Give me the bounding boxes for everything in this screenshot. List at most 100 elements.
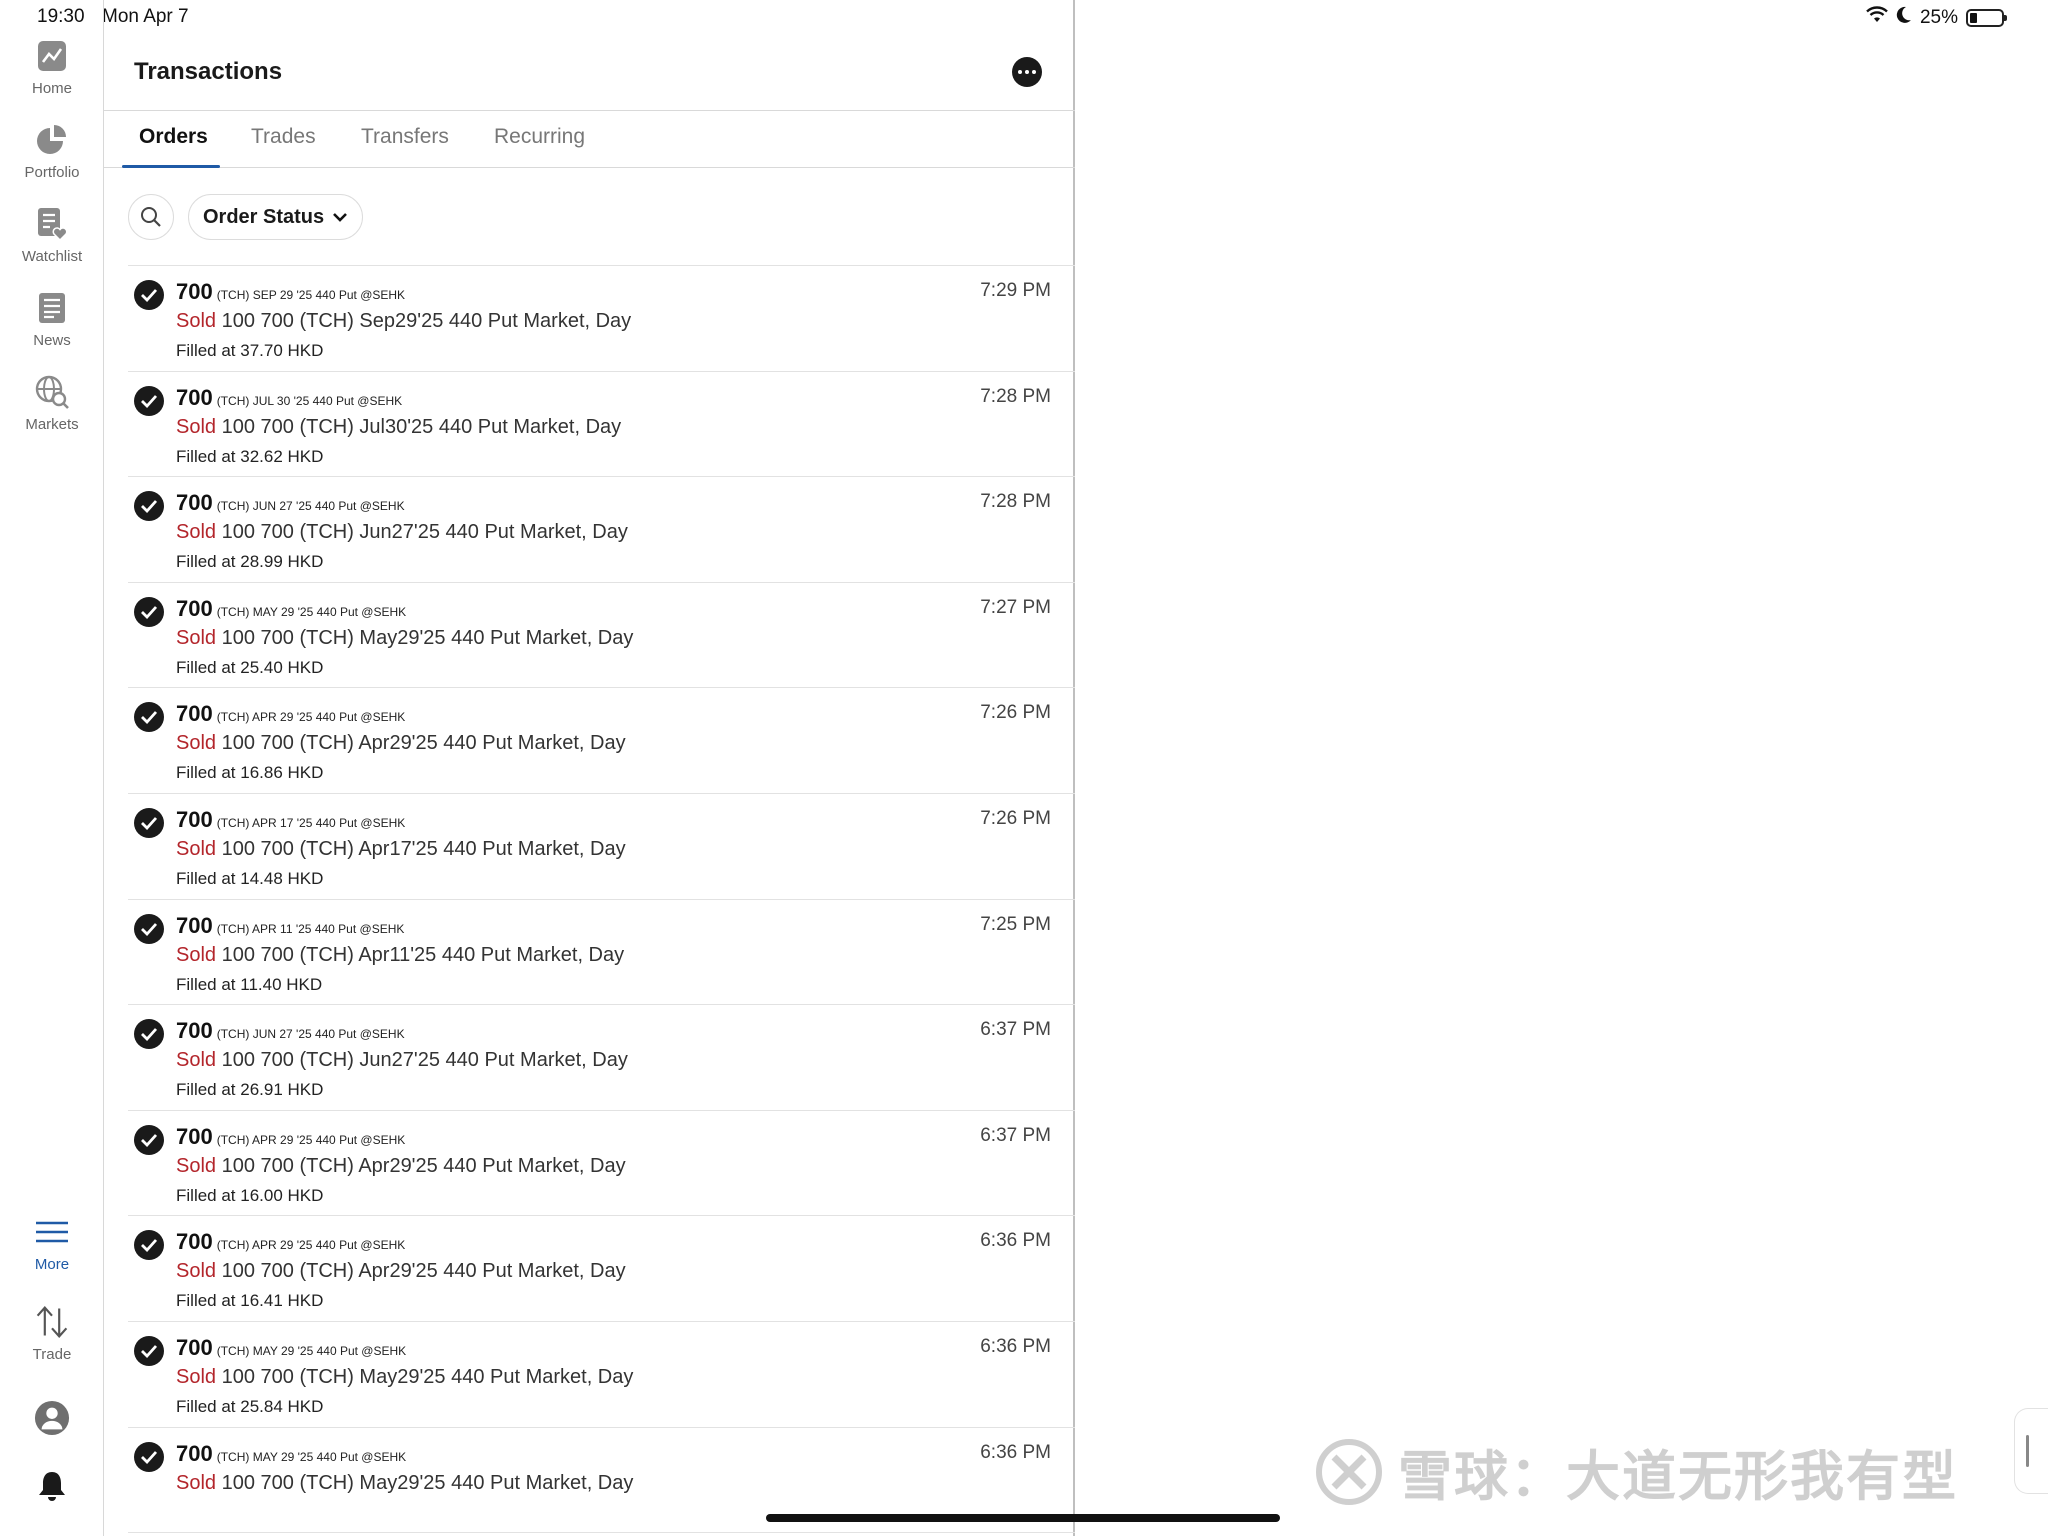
order-row[interactable]: 700 (TCH) JUN 27 '25 440 Put @SEHK Sold 10… (128, 1005, 1075, 1111)
nav-more-label: More (34, 1256, 70, 1273)
screen: 19:30 Mon Apr 7 25% Home Portfolio Watch… (0, 0, 2048, 1536)
slide-over-handle[interactable] (2014, 1408, 2048, 1494)
nav-trade[interactable]: Trade (0, 1304, 104, 1363)
tab-transfers[interactable]: Transfers (361, 125, 449, 149)
order-detail: 100 700 (TCH) Jul30'25 440 Put Market, D… (216, 415, 622, 438)
check-circle-icon (134, 491, 164, 522)
order-description: Sold 100 700 (TCH) May29'25 440 Put Mark… (176, 1366, 633, 1389)
order-description: Sold 100 700 (TCH) Sep29'25 440 Put Mark… (176, 310, 631, 333)
order-side: Sold (176, 837, 217, 860)
tab-recurring[interactable]: Recurring (494, 125, 585, 149)
order-row[interactable]: 700 (TCH) JUL 30 '25 440 Put @SEHK Sold 10… (128, 372, 1075, 478)
order-contract: (TCH) APR 29 '25 440 Put @SEHK (216, 1238, 406, 1253)
order-fill: Filled at 28.99 HKD (176, 552, 324, 572)
list-heart-icon (34, 206, 70, 242)
order-side: Sold (176, 626, 217, 649)
order-side: Sold (176, 521, 217, 544)
order-time: 6:37 PM (980, 1019, 1051, 1041)
order-symbol-code: 700 (176, 1440, 213, 1466)
order-row[interactable]: 700 (TCH) APR 29 '25 440 Put @SEHK Sold 10… (128, 1216, 1075, 1322)
order-status-filter[interactable]: Order Status (188, 194, 364, 240)
notifications-button[interactable] (0, 1468, 104, 1504)
nav-portfolio[interactable]: Portfolio (0, 122, 104, 181)
order-side: Sold (176, 415, 217, 438)
order-contract: (TCH) JUN 27 '25 440 Put @SEHK (216, 499, 405, 514)
bell-icon (34, 1468, 70, 1504)
newspaper-icon (34, 290, 70, 326)
transactions-panel: Transactions Orders Trades Transfers Rec… (104, 0, 1075, 1536)
order-row[interactable]: 700 (TCH) APR 29 '25 440 Put @SEHK Sold 10… (128, 688, 1075, 794)
order-description: Sold 100 700 (TCH) Jul30'25 440 Put Mark… (176, 416, 621, 439)
nav-home[interactable]: Home (0, 38, 104, 97)
tab-orders[interactable]: Orders (139, 125, 208, 149)
order-symbol-code: 700 (176, 279, 213, 304)
tab-trades[interactable]: Trades (251, 125, 316, 149)
account-button[interactable] (0, 1400, 104, 1436)
order-description: Sold 100 700 (TCH) Apr29'25 440 Put Mark… (176, 1260, 626, 1283)
order-symbol: 700 (TCH) MAY 29 '25 440 Put @SEHK (176, 1335, 406, 1361)
order-symbol-code: 700 (176, 701, 213, 727)
order-detail: 100 700 (TCH) Apr17'25 440 Put Market, D… (216, 837, 626, 860)
nav-trade-label: Trade (32, 1346, 72, 1363)
order-contract: (TCH) SEP 29 '25 440 Put @SEHK (216, 288, 406, 302)
check-circle-icon (134, 280, 164, 310)
order-symbol-code: 700 (176, 1123, 213, 1149)
order-description: Sold 100 700 (TCH) Apr11'25 440 Put Mark… (176, 944, 624, 967)
check-circle-icon (134, 913, 164, 944)
order-time: 7:27 PM (980, 596, 1051, 618)
order-time: 7:26 PM (980, 702, 1051, 724)
order-row[interactable]: 700 (TCH) APR 29 '25 440 Put @SEHK Sold 10… (128, 1111, 1075, 1217)
order-contract: (TCH) MAY 29 '25 440 Put @SEHK (216, 1343, 407, 1358)
page-title: Transactions (134, 58, 283, 85)
check-circle-icon (134, 1230, 164, 1261)
order-symbol-code: 700 (176, 595, 213, 621)
order-time: 7:28 PM (980, 491, 1051, 513)
order-row[interactable]: 700 (TCH) APR 11 '25 440 Put @SEHK Sold 10… (128, 900, 1075, 1006)
nav-more[interactable]: More (0, 1214, 104, 1273)
order-symbol: 700 (TCH) MAY 29 '25 440 Put @SEHK (176, 1441, 406, 1467)
order-symbol: 700 (TCH) APR 29 '25 440 Put @SEHK (176, 1124, 405, 1150)
order-detail: 100 700 (TCH) Jun27'25 440 Put Market, D… (216, 521, 628, 544)
order-row[interactable]: 700 (TCH) MAY 29 '25 440 Put @SEHK Sold 10… (128, 1322, 1075, 1428)
order-contract: (TCH) JUN 27 '25 440 Put @SEHK (216, 1027, 405, 1042)
order-contract: (TCH) APR 29 '25 440 Put @SEHK (216, 710, 406, 725)
order-symbol: 700 (TCH) JUN 27 '25 440 Put @SEHK (176, 1018, 405, 1044)
order-symbol-code: 700 (176, 1018, 213, 1044)
order-row[interactable]: 700 (TCH) MAY 29 '25 440 Put @SEHK Sold 10… (128, 583, 1075, 689)
order-row[interactable]: 700 (TCH) APR 17 '25 440 Put @SEHK Sold 10… (128, 794, 1075, 900)
nav-markets[interactable]: Markets (0, 374, 104, 433)
order-row[interactable]: 700 (TCH) JUN 27 '25 440 Put @SEHK Sold 10… (128, 477, 1075, 583)
order-description: Sold 100 700 (TCH) Jun27'25 440 Put Mark… (176, 521, 628, 544)
nav-news[interactable]: News (0, 290, 104, 349)
status-icons: 25% (1866, 6, 2007, 30)
order-symbol-code: 700 (176, 490, 213, 516)
check-circle-icon (134, 596, 164, 627)
order-row[interactable]: 700 (TCH) SEP 29 '25 440 Put @SEHK Sold 10… (128, 266, 1075, 372)
order-side: Sold (176, 1471, 217, 1494)
chevron-down-icon (333, 213, 348, 222)
nav-home-label: Home (31, 80, 72, 97)
check-circle-icon (134, 385, 164, 416)
xueqiu-logo-icon (1316, 1438, 1382, 1505)
home-indicator[interactable] (766, 1514, 1280, 1522)
order-status-label: Order Status (203, 205, 325, 228)
order-time: 7:28 PM (980, 385, 1051, 407)
order-detail: 100 700 (TCH) May29'25 440 Put Market, D… (216, 1471, 634, 1494)
order-description: Sold 100 700 (TCH) Apr29'25 440 Put Mark… (176, 732, 626, 755)
order-symbol-code: 700 (176, 384, 213, 410)
active-tab-indicator (122, 165, 220, 168)
order-description: Sold 100 700 (TCH) May29'25 440 Put Mark… (176, 1472, 633, 1495)
nav-watchlist[interactable]: Watchlist (0, 206, 104, 265)
order-symbol: 700 (TCH) JUL 30 '25 440 Put @SEHK (176, 385, 402, 411)
options-button[interactable] (1012, 57, 1042, 87)
watermark-text: 雪球：大道无形我有型 (1398, 1447, 1958, 1507)
wifi-icon (1866, 6, 1888, 30)
nav-news-label: News (33, 332, 71, 349)
battery-percent: 25% (1919, 7, 1958, 28)
search-button[interactable] (128, 194, 174, 240)
order-fill: Filled at 11.40 HKD (176, 974, 323, 994)
order-symbol: 700 (TCH) APR 29 '25 440 Put @SEHK (176, 1229, 405, 1255)
check-circle-icon (134, 1335, 164, 1366)
order-time: 6:36 PM (980, 1441, 1051, 1463)
order-time: 7:25 PM (980, 913, 1051, 935)
